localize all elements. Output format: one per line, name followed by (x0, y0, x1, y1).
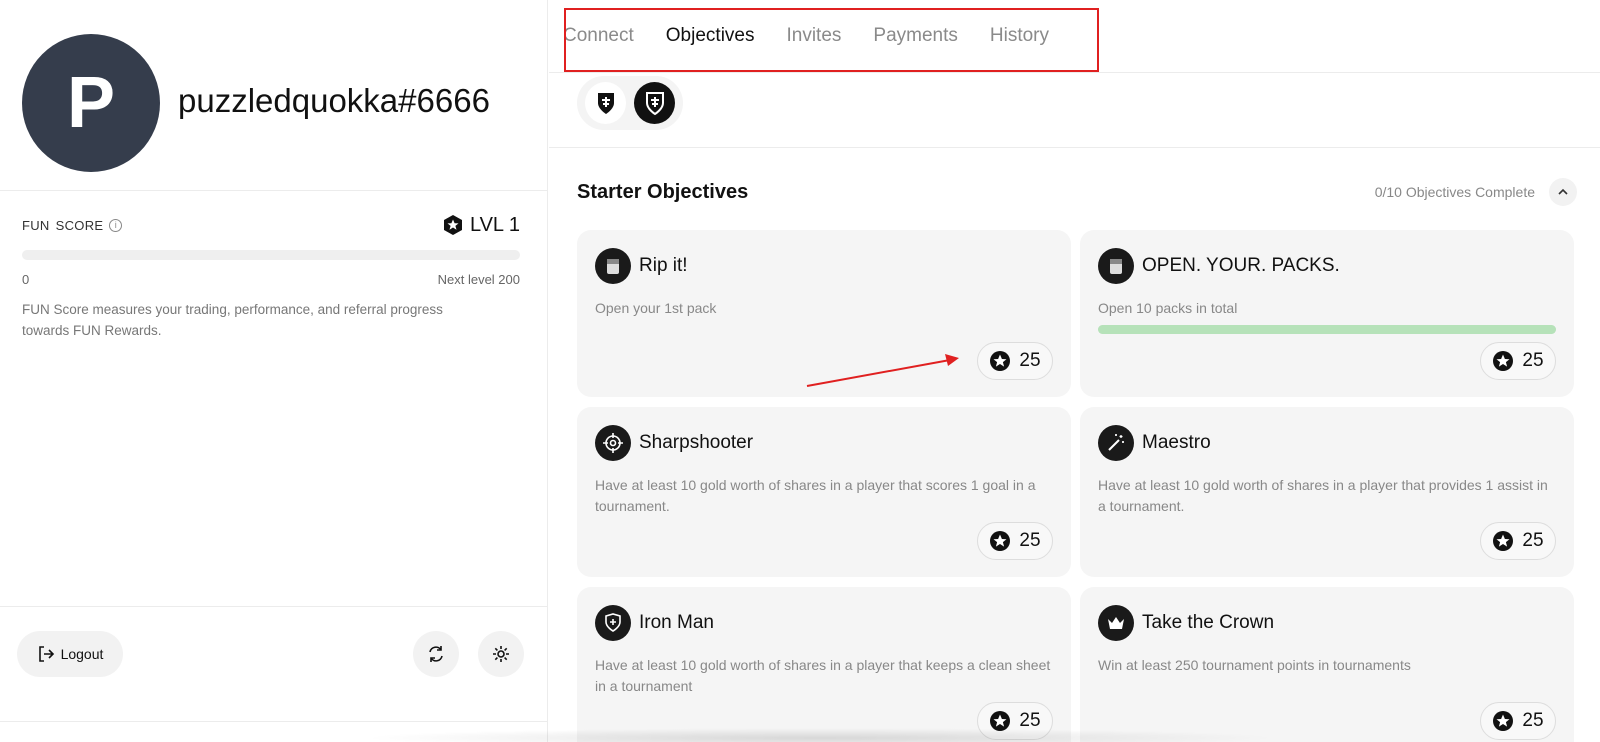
objective-title: Rip it! (639, 255, 688, 276)
objective-card-open-your-packs[interactable]: OPEN. YOUR. PACKS. Open 10 packs in tota… (1080, 230, 1574, 397)
tab-highlight-box (564, 8, 1099, 72)
pack-icon (1098, 248, 1134, 284)
objective-title: Iron Man (639, 612, 714, 633)
logout-label: Logout (60, 646, 104, 662)
objective-title: Take the Crown (1142, 612, 1275, 633)
sidebar-footer: Logout (0, 606, 547, 722)
points-badge: 25 (1480, 522, 1556, 560)
avatar: P (22, 34, 160, 172)
objectives-count: 0/10 Objectives Complete (1374, 184, 1535, 200)
fun-score-label-word1: FUN (22, 217, 50, 233)
points-value: 25 (1522, 350, 1544, 371)
username: puzzledquokka#6666 (178, 82, 490, 119)
info-icon[interactable]: i (109, 218, 123, 232)
chevron-up-icon (1558, 188, 1568, 195)
fun-score-section: FUN SCORE i LVL 1 0 Next level 200 FUN S… (22, 214, 520, 341)
level-star-icon (443, 215, 462, 235)
fun-score-label: FUN SCORE i (22, 217, 123, 233)
section-divider (549, 147, 1600, 148)
badge-light[interactable] (585, 82, 626, 124)
objectives-header: Starter Objectives 0/10 Objectives Compl… (577, 178, 1577, 206)
objective-description: Have at least 10 gold worth of shares in… (595, 657, 1051, 694)
gear-icon (493, 646, 509, 662)
objective-card-take-the-crown[interactable]: Take the Crown Win at least 250 tourname… (1080, 587, 1574, 742)
objective-description: Have at least 10 gold worth of shares in… (595, 477, 1036, 514)
crosshair-icon (595, 425, 631, 461)
level-text: LVL 1 (469, 213, 520, 236)
points-value: 25 (1522, 710, 1544, 731)
pack-icon (595, 248, 631, 284)
shield-logo-icon (645, 92, 664, 116)
objective-card-maestro[interactable]: Maestro Have at least 10 gold worth of s… (1080, 407, 1574, 577)
objective-description: Win at least 250 tournament points in to… (1098, 657, 1411, 673)
fun-score-progress-bar (22, 250, 520, 260)
main-content: Connect Objectives Invites Payments Hist… (549, 0, 1600, 742)
app-root: P puzzledquokka#6666 FUN SCORE i LVL 1 0… (0, 0, 1600, 742)
points-badge: 25 (1480, 342, 1556, 380)
points-value: 25 (1019, 530, 1041, 551)
tab-divider (549, 72, 1600, 73)
badge-group (577, 76, 683, 130)
collapse-button[interactable] (1549, 178, 1577, 206)
magic-wand-icon (1098, 425, 1134, 461)
objective-progress-bar (1098, 325, 1556, 334)
logout-button[interactable]: Logout (17, 631, 123, 677)
star-icon (1493, 531, 1514, 551)
star-icon (1493, 711, 1514, 731)
fun-score-description: FUN Score measures your trading, perform… (22, 302, 443, 338)
crown-icon (1098, 605, 1134, 641)
fun-score-label-word2: SCORE (55, 217, 104, 233)
settings-button[interactable] (478, 631, 524, 677)
points-badge: 25 (1480, 702, 1556, 740)
refresh-button[interactable] (413, 631, 459, 677)
objective-card-iron-man[interactable]: Iron Man Have at least 10 gold worth of … (577, 587, 1071, 742)
shield-icon (595, 605, 631, 641)
objective-description: Have at least 10 gold worth of shares in… (1098, 477, 1548, 514)
refresh-icon (429, 646, 443, 662)
objective-description: Open 10 packs in total (1098, 300, 1238, 316)
level-badge: LVL 1 (442, 214, 520, 237)
objective-progress-fill (1098, 325, 1556, 334)
star-icon (990, 351, 1011, 371)
points-value: 25 (1019, 350, 1041, 371)
points-value: 25 (1522, 530, 1544, 551)
annotation-arrow (806, 354, 959, 387)
fun-score-min: 0 (22, 272, 30, 287)
objective-card-sharpshooter[interactable]: Sharpshooter Have at least 10 gold worth… (577, 407, 1071, 577)
logout-icon (38, 646, 54, 662)
profile-header: P puzzledquokka#6666 (0, 0, 547, 191)
star-icon (990, 531, 1011, 551)
profile-sidebar: P puzzledquokka#6666 FUN SCORE i LVL 1 0… (0, 0, 548, 742)
objective-title: OPEN. YOUR. PACKS. (1142, 255, 1340, 276)
points-badge: 25 (977, 342, 1053, 380)
badge-dark[interactable] (634, 82, 675, 124)
objective-description: Open your 1st pack (595, 300, 717, 316)
shield-logo-icon (597, 93, 614, 114)
objective-title: Sharpshooter (639, 432, 754, 453)
bottom-shadow (360, 728, 1280, 742)
star-icon (1493, 351, 1514, 371)
fun-score-next-level: Next level 200 (437, 272, 520, 287)
objective-title: Maestro (1142, 432, 1211, 453)
objectives-title: Starter Objectives (577, 180, 749, 203)
points-badge: 25 (977, 522, 1053, 560)
